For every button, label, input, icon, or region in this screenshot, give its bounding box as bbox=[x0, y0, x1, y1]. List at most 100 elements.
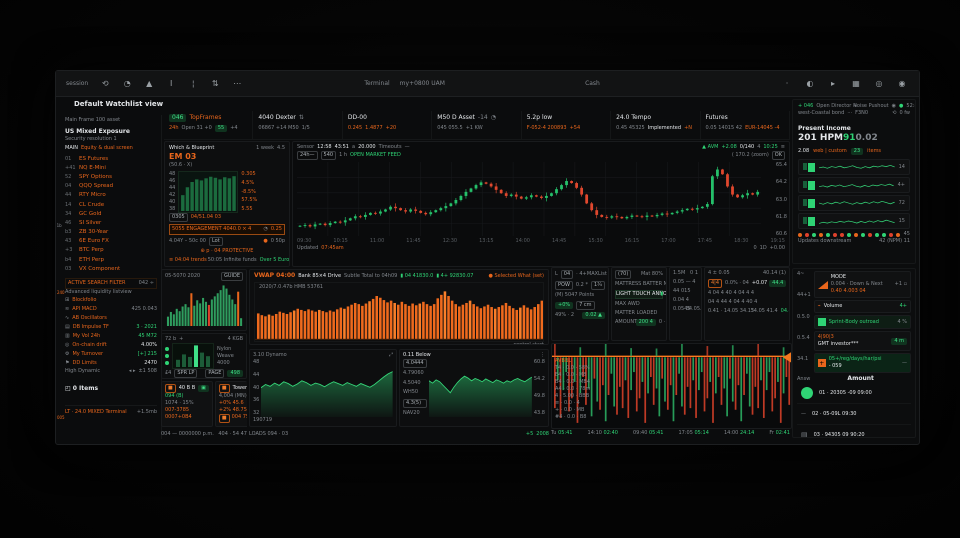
sidebar-bottom-row[interactable]: LT · 24.0 MIXED Terminal+1.5mb bbox=[65, 405, 157, 416]
order-menu-item[interactable]: 01 · 20305 -09 09:00 bbox=[797, 383, 911, 404]
ticker-cell[interactable]: 24.0 Tempo0.45 45325Implemented+N bbox=[611, 111, 700, 139]
ratio-icon[interactable]: ⇅ bbox=[208, 77, 222, 91]
micro-row[interactable]: 4 04 4 40 4 04 4 4 bbox=[708, 290, 786, 297]
mid-label: 4.3(5) bbox=[403, 399, 427, 408]
stat-card[interactable]: ■Tower 4B44,004 (MN)+0% 45.6+2% 48.75■00… bbox=[215, 381, 247, 427]
sidebar-filter-row[interactable]: ◎On-chain drift4.00% bbox=[65, 341, 157, 350]
histogram-header[interactable]: 05-5070 2020GUIDE bbox=[165, 272, 243, 281]
sidebar-main-row[interactable]: MAINEquity & dual screen bbox=[65, 145, 157, 152]
right-panel-searchbar[interactable]: west-Coastal bond···F3N0⟲0 fw bbox=[798, 110, 910, 117]
more-icon[interactable]: ⋯ bbox=[230, 77, 244, 91]
text-part: 20.000 bbox=[358, 144, 376, 151]
mini-card[interactable]: Sprint-Body outroad4 % bbox=[814, 315, 911, 329]
ticker-cell[interactable]: M50 D Asset-14◔045 055.5+1 KW bbox=[432, 111, 521, 139]
sidebar-filter-row[interactable]: ≋API MACD425 0.043 bbox=[65, 305, 157, 314]
send-icon[interactable]: ▸ bbox=[826, 77, 840, 91]
asset-row[interactable]: 14 bbox=[798, 159, 910, 175]
order-menu-item[interactable]: ▤03 · 94305 09 90:20 bbox=[797, 425, 911, 438]
micro-row[interactable]: POW0.2 *1¾M bbox=[555, 281, 605, 290]
area-left-header[interactable]: 3.10 Dynamo⤢ bbox=[253, 352, 393, 359]
text-part: 2470 bbox=[144, 360, 157, 367]
dot-icon[interactable]: · bbox=[780, 77, 794, 91]
row-left: L04· 4+ bbox=[555, 270, 584, 279]
asset-row[interactable]: 72 bbox=[798, 195, 910, 211]
asset-row[interactable]: 15 bbox=[798, 213, 910, 229]
sidebar-filter-row[interactable]: ▤DB Impulse TF3 · 2021 bbox=[65, 323, 157, 332]
candlestick-plot[interactable]: 65.464.263.061.860.6 bbox=[297, 162, 785, 238]
asset-row[interactable]: 4+ bbox=[798, 177, 910, 193]
micro-row[interactable]: +0%7 cm bbox=[555, 301, 605, 310]
sidebar-item[interactable]: b4ETH Perp bbox=[65, 255, 157, 264]
ticker-cell[interactable]: 046TopFrames24hOpen 31 +055+4 bbox=[164, 111, 253, 139]
mini-card[interactable]: 4|90|3GMT investor***4 m bbox=[814, 331, 911, 351]
ticker-cell[interactable]: 5.2p lowF-052-4 200893+54 bbox=[522, 111, 611, 139]
sidebar-filter-header[interactable]: ACTIVE SEARCH FILTER042 ÷ bbox=[65, 278, 157, 289]
gauge-footer[interactable]: £4SPR LPPAGE498 bbox=[165, 369, 243, 378]
ticker-cell[interactable]: 4040 Dexter⇅06867 +14 M501/5 bbox=[253, 111, 342, 139]
sidebar-filter-row[interactable]: ∿AB Oscillators bbox=[65, 314, 157, 323]
sidebar-item[interactable]: 04QQQ Spread bbox=[65, 182, 157, 191]
sidebar-filter-row[interactable]: ⊞Blockfolio bbox=[65, 296, 157, 305]
undo-icon[interactable]: ⟲ bbox=[98, 77, 112, 91]
orbit-icon[interactable]: ◎ bbox=[872, 77, 886, 91]
right-panel-topbar[interactable]: + 046Open Director +Noise Pushout◉●52:8 bbox=[798, 103, 910, 110]
sidebar-filter-row[interactable]: ▥My Vol 24h45 M72 bbox=[65, 332, 157, 341]
text-part: ■ bbox=[219, 384, 230, 393]
text-part: 0.45 45325 bbox=[616, 125, 645, 132]
italic-icon[interactable]: I bbox=[164, 77, 178, 91]
area-right-header[interactable]: 0.11 Below⋮ bbox=[403, 352, 545, 359]
divider-icon[interactable]: ¦ bbox=[186, 77, 200, 91]
micro-row[interactable]: MATTER LOADED bbox=[615, 310, 663, 317]
sidebar-item[interactable]: 46SI Silver bbox=[65, 218, 157, 227]
micro-row[interactable]: MAX AWD bbox=[615, 301, 663, 308]
order-action-button[interactable]: ⊕ p · 04 PROTECTIVE bbox=[169, 248, 285, 255]
globe-icon[interactable]: ◐ bbox=[803, 77, 817, 91]
account-button[interactable]: my+0800 UAM bbox=[400, 80, 445, 88]
micro-row[interactable]: 4|40.0% · 04+0.0744.4 bbox=[708, 279, 786, 288]
row-left: ■40 B B bbox=[165, 384, 195, 393]
text-part: Mat 80% bbox=[641, 271, 663, 278]
mini-card[interactable]: ⌁Volume4+ bbox=[814, 300, 911, 313]
sidebar-item[interactable]: b3ZB 30-Year bbox=[65, 228, 157, 237]
ticker-cell[interactable]: Futures0.05 14015 42EUR-14045 -4 bbox=[701, 111, 790, 139]
sidebar-item[interactable]: 52SPY Options bbox=[65, 172, 157, 181]
up-triangle-icon[interactable]: ▲ bbox=[142, 77, 156, 91]
sidebar-filter-row[interactable]: ⚑DD Limits2470 bbox=[65, 359, 157, 368]
main-row-pre: MAIN bbox=[65, 145, 78, 152]
sidebar-item[interactable]: 14CL Crude bbox=[65, 200, 157, 209]
sidebar-item[interactable]: 436E Euro FX bbox=[65, 237, 157, 246]
sidebar-item[interactable]: 44RTY Micro bbox=[65, 191, 157, 200]
sidebar-item[interactable]: 03VX Component bbox=[65, 264, 157, 273]
grid-icon[interactable]: ▦ bbox=[849, 77, 863, 91]
ticker-cell[interactable]: DD-000.2451.4877+20 bbox=[343, 111, 432, 139]
sidebar-item[interactable]: 01ES Futures bbox=[65, 154, 157, 163]
micro-row[interactable]: LIGHT TOUCH ANNOUNCER▮ bbox=[615, 290, 663, 299]
sidebar-item[interactable]: +41NQ E-Mini bbox=[65, 163, 157, 172]
order-menu-item[interactable]: —02 · 05-09L 09:30 bbox=[797, 404, 911, 425]
micro-row[interactable]: (M) 5047 Points bbox=[555, 292, 605, 299]
micro-row[interactable]: 04 4 44 4 04 4 40 4 bbox=[708, 299, 786, 306]
micro-row[interactable]: 0.04 4 bbox=[673, 297, 698, 304]
terminal-button[interactable]: Terminal bbox=[364, 80, 389, 88]
text-part: 04 bbox=[561, 270, 573, 279]
sidebar-filter-row[interactable]: ⚙My Turnover[+] 215 bbox=[65, 350, 157, 359]
micro-row[interactable]: 44 015 bbox=[673, 288, 698, 295]
stat-card[interactable]: ■40 B B▣094 (B)1074 · 15%007-37850007+0B… bbox=[161, 381, 213, 427]
card-lines: MODE0.004 · Down & Next0.40 4.003 04 bbox=[831, 274, 883, 295]
sidebar-item[interactable]: 34GC Gold bbox=[65, 209, 157, 218]
order-highlight-row[interactable]: 5055 ENGAGEMENT 4040.0 × 4◔0.25 bbox=[169, 224, 285, 235]
text-part: 046 bbox=[169, 114, 186, 122]
mini-card[interactable]: +05+/reg/days/har/psi- 059— bbox=[814, 353, 911, 373]
mini-card[interactable]: MODE0.004 · Down & Next0.40 4.003 04+1 ▫ bbox=[814, 271, 911, 298]
order-controls-row[interactable]: 4.04Y – 50c 00Lot●0 50p bbox=[169, 237, 285, 246]
cash-button[interactable]: Cash bbox=[585, 80, 600, 88]
sidebar-item[interactable]: +3BTC Perp bbox=[65, 246, 157, 255]
compass-icon[interactable]: ◔ bbox=[120, 77, 134, 91]
micro-row[interactable]: 0.05 — 4 bbox=[673, 279, 698, 286]
row-left: 0.11 Below bbox=[403, 352, 431, 359]
candlestick-chart[interactable] bbox=[297, 162, 785, 238]
order-entry-row[interactable]: 030504/51.04 03 bbox=[169, 213, 285, 222]
user-icon[interactable]: ◉ bbox=[895, 77, 909, 91]
tick-axis-row: Tu 05:4114:10 02:4009:40 05:4117:05 05:1… bbox=[551, 430, 790, 437]
micro-row[interactable]: MATTRESS BATTER MATTE bbox=[615, 281, 663, 288]
